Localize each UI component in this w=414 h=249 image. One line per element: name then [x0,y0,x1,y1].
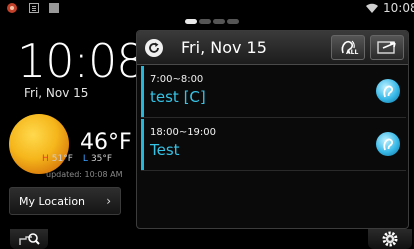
speak-event-button[interactable] [376,132,400,156]
chevron-right-icon: › [106,194,111,208]
search-button[interactable] [10,229,48,249]
event-row[interactable]: 7:00~8:00 test [C] [141,66,406,118]
exit-icon [377,41,396,54]
high-tag: H [42,154,49,164]
event-color-bar [141,119,144,170]
status-bar: 10:08 [0,0,414,17]
current-temperature: 46°F [80,130,132,155]
notification-icon [7,3,17,13]
event-time: 18:00~19:00 [150,127,217,138]
open-calendar-button[interactable] [370,35,404,60]
page-dot [199,19,211,24]
bottom-bar [0,229,414,249]
high-temp: 51°F [51,154,73,164]
low-temp: 35°F [90,154,113,164]
voice-icon [383,85,393,98]
temperature-range: H 51°F L 35°F [42,154,112,164]
refresh-button[interactable] [145,39,163,57]
sd-card-icon [49,3,59,13]
calendar-panel: Fri, Nov 15 ALL 7:00~8:00 test [C] 18:00… [136,30,409,229]
refresh-icon [149,42,159,53]
settings-button[interactable] [368,229,412,249]
calendar-date: Fri, Nov 15 [181,38,267,57]
read-all-label: ALL [346,49,359,56]
event-color-bar [141,66,144,117]
page-dot [185,19,197,24]
wifi-icon [366,3,378,13]
page-dot [227,19,239,24]
page-indicator [185,19,239,24]
page-dot [213,19,225,24]
read-all-button[interactable]: ALL [331,35,365,60]
clock-date: Fri, Nov 15 [24,86,89,100]
clock-time[interactable]: 10:08 [17,34,146,88]
event-title: Test [150,141,180,159]
speak-event-button[interactable] [376,79,400,103]
voice-icon [383,138,393,151]
search-icon [19,233,40,245]
event-time: 7:00~8:00 [150,74,204,85]
event-row[interactable]: 18:00~19:00 Test [141,119,406,171]
sun-icon [9,114,69,174]
my-location-button[interactable]: My Location › [9,187,121,215]
weather-updated: updated: 10:08 AM [46,170,123,179]
low-tag: L [82,154,88,164]
status-time: 10:08 [383,1,414,15]
gear-icon [382,231,398,247]
event-title: test [C] [150,88,206,106]
document-icon [29,3,39,13]
calendar-header: Fri, Nov 15 ALL [137,31,408,65]
my-location-label: My Location [19,195,86,208]
